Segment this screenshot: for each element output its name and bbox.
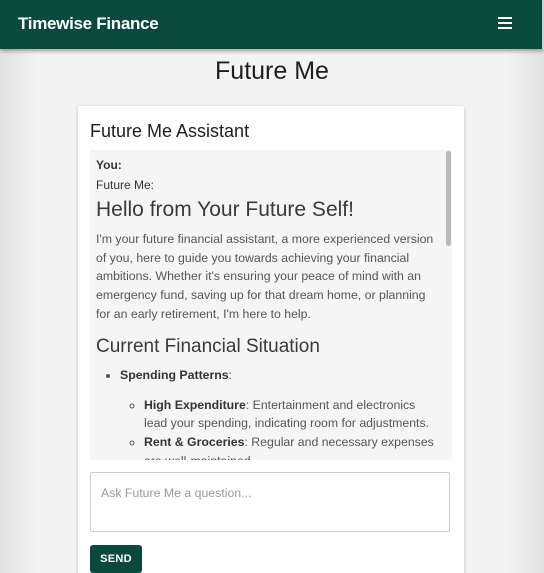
assistant-speaker-label: Future Me: — [96, 178, 155, 192]
spending-patterns-colon: : — [228, 367, 233, 382]
subitem-key: High Expenditure — [144, 397, 246, 412]
top-navbar: Timewise Finance — [0, 0, 544, 49]
list-item: Rent & Groceries: Regular and necessary … — [144, 433, 438, 460]
intro-paragraph: I'm your future financial assistant, a m… — [96, 232, 434, 321]
page: Timewise Finance Future Me Future Me Ass… — [0, 0, 544, 573]
spending-patterns-label: Spending Patterns — [120, 367, 229, 382]
menu-line — [498, 17, 512, 19]
user-speaker-label: You: — [96, 158, 122, 172]
assistant-card: Future Me Assistant You: Future Me: Hell… — [78, 106, 464, 573]
subitem-key: Rent & Groceries — [144, 434, 245, 449]
list-item: Spending Patterns: High Expenditure: Ent… — [120, 366, 438, 460]
send-button[interactable]: SEND — [90, 545, 142, 573]
greeting-heading: Hello from Your Future Self! — [96, 198, 354, 221]
spending-subitems: High Expenditure: Entertainment and elec… — [120, 396, 438, 460]
question-input[interactable] — [90, 472, 450, 532]
chat-content: You: Future Me: Hello from Your Future S… — [96, 158, 438, 460]
situation-list: Spending Patterns: High Expenditure: Ent… — [96, 366, 438, 460]
page-title: Future Me — [215, 57, 329, 85]
assistant-title: Future Me Assistant — [90, 121, 250, 141]
brand-logo-text[interactable]: Timewise Finance — [18, 14, 159, 34]
hamburger-menu-icon[interactable] — [498, 17, 512, 29]
section-heading: Current Financial Situation — [96, 335, 320, 357]
chat-log[interactable]: You: Future Me: Hello from Your Future S… — [90, 150, 452, 460]
menu-line — [498, 27, 512, 29]
chat-scrollbar-thumb[interactable] — [446, 151, 451, 246]
list-item: High Expenditure: Entertainment and elec… — [144, 396, 438, 433]
menu-line — [498, 22, 512, 24]
